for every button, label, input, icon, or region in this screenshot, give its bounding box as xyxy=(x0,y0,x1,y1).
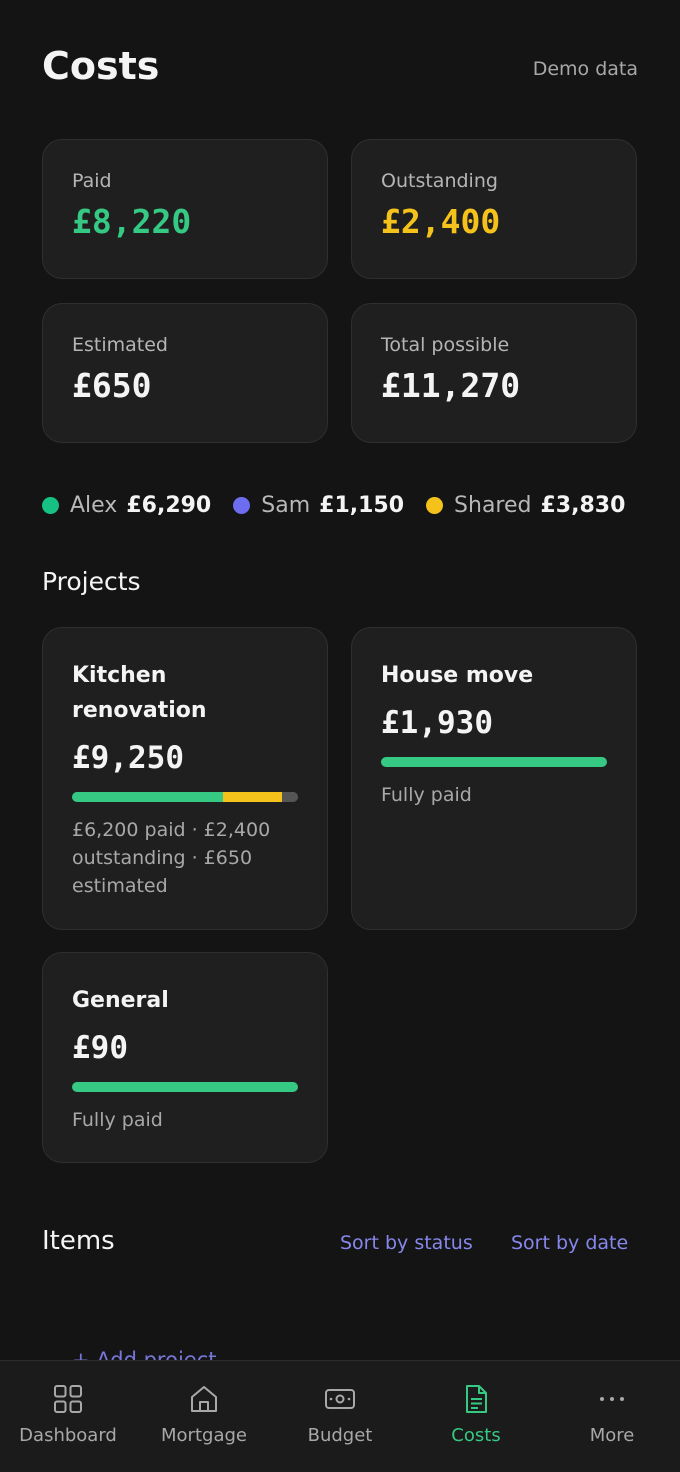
document-icon xyxy=(466,1385,487,1413)
nav-item-mortgage[interactable]: Mortgage xyxy=(136,1361,272,1472)
nav-item-budget[interactable]: Budget xyxy=(272,1361,408,1472)
more-icon xyxy=(600,1397,624,1401)
page-title: Costs xyxy=(42,44,160,88)
stat-label: Paid xyxy=(72,170,112,192)
progress-estimated-segment xyxy=(282,792,298,802)
project-card-kitchen[interactable]: Kitchen renovation £9,250 £6,200 paid · … xyxy=(42,627,328,930)
estimated-card: Estimated £650 xyxy=(42,303,328,443)
progress-paid-segment xyxy=(72,792,224,802)
split-item-sam: Sam £1,150 xyxy=(233,493,404,518)
project-name: General xyxy=(72,988,169,1013)
split-name: Alex xyxy=(70,492,118,518)
nav-label: Costs xyxy=(451,1425,501,1446)
house-icon xyxy=(191,1386,217,1412)
nav-label: Dashboard xyxy=(19,1425,117,1446)
split-amount: £6,290 xyxy=(126,492,212,518)
split-name: Shared xyxy=(454,492,532,518)
project-caption: £6,200 paid · £2,400 outstanding · £650 … xyxy=(72,819,271,897)
stat-label: Total possible xyxy=(381,334,510,356)
nav-label: Budget xyxy=(307,1425,373,1446)
split-item-shared: Shared £3,830 xyxy=(426,493,625,518)
project-name: House move xyxy=(381,663,534,688)
bottom-nav: Dashboard Mortgage Budget Costs More xyxy=(0,1360,680,1472)
split-item-alex: Alex £6,290 xyxy=(42,493,211,518)
split-name: Sam xyxy=(261,492,311,518)
paid-card: Paid £8,220 xyxy=(42,139,328,279)
nav-item-dashboard[interactable]: Dashboard xyxy=(0,1361,136,1472)
project-caption: Fully paid xyxy=(72,1109,163,1131)
estimated-value: £650 xyxy=(72,366,152,405)
person-split: Alex £6,290 Sam £1,150 Shared £3,830 xyxy=(42,488,625,522)
demo-data-link[interactable]: Demo data xyxy=(533,58,638,80)
items-heading: Items xyxy=(42,1226,115,1256)
outstanding-card: Outstanding £2,400 xyxy=(351,139,637,279)
split-amount: £1,150 xyxy=(319,492,405,518)
dot-icon xyxy=(426,496,444,514)
nav-label: More xyxy=(589,1425,635,1446)
dot-icon xyxy=(233,496,251,514)
page-header: Costs Demo data xyxy=(42,40,638,100)
projects-heading: Projects xyxy=(42,567,141,596)
project-amount: £90 xyxy=(72,1030,128,1066)
project-amount: £1,930 xyxy=(381,705,493,741)
project-name: Kitchen renovation xyxy=(72,663,207,723)
project-progress-bar xyxy=(72,792,298,802)
project-progress-bar xyxy=(72,1082,298,1092)
total-possible-value: £11,270 xyxy=(381,366,521,405)
sort-by-date-button[interactable]: Sort by date xyxy=(511,1232,628,1254)
total-possible-card: Total possible £11,270 xyxy=(351,303,637,443)
banknote-icon xyxy=(325,1389,355,1409)
nav-item-more[interactable]: More xyxy=(544,1361,680,1472)
sort-by-status-button[interactable]: Sort by status xyxy=(340,1232,473,1254)
paid-value: £8,220 xyxy=(72,202,192,241)
progress-paid-segment xyxy=(72,1082,298,1092)
project-progress-bar xyxy=(381,757,607,767)
project-card-general[interactable]: General £90 Fully paid xyxy=(42,952,328,1163)
stat-label: Outstanding xyxy=(381,170,498,192)
project-amount: £9,250 xyxy=(72,740,184,776)
split-amount: £3,830 xyxy=(540,492,626,518)
outstanding-value: £2,400 xyxy=(381,202,501,241)
project-card-house-move[interactable]: House move £1,930 Fully paid xyxy=(351,627,637,930)
project-caption: Fully paid xyxy=(381,784,472,806)
progress-paid-segment xyxy=(381,757,607,767)
grid-icon xyxy=(54,1385,82,1413)
nav-label: Mortgage xyxy=(161,1425,247,1446)
dot-icon xyxy=(42,496,59,514)
nav-item-costs[interactable]: Costs xyxy=(408,1361,544,1472)
progress-outstanding-segment xyxy=(223,792,283,802)
stat-label: Estimated xyxy=(72,334,168,356)
